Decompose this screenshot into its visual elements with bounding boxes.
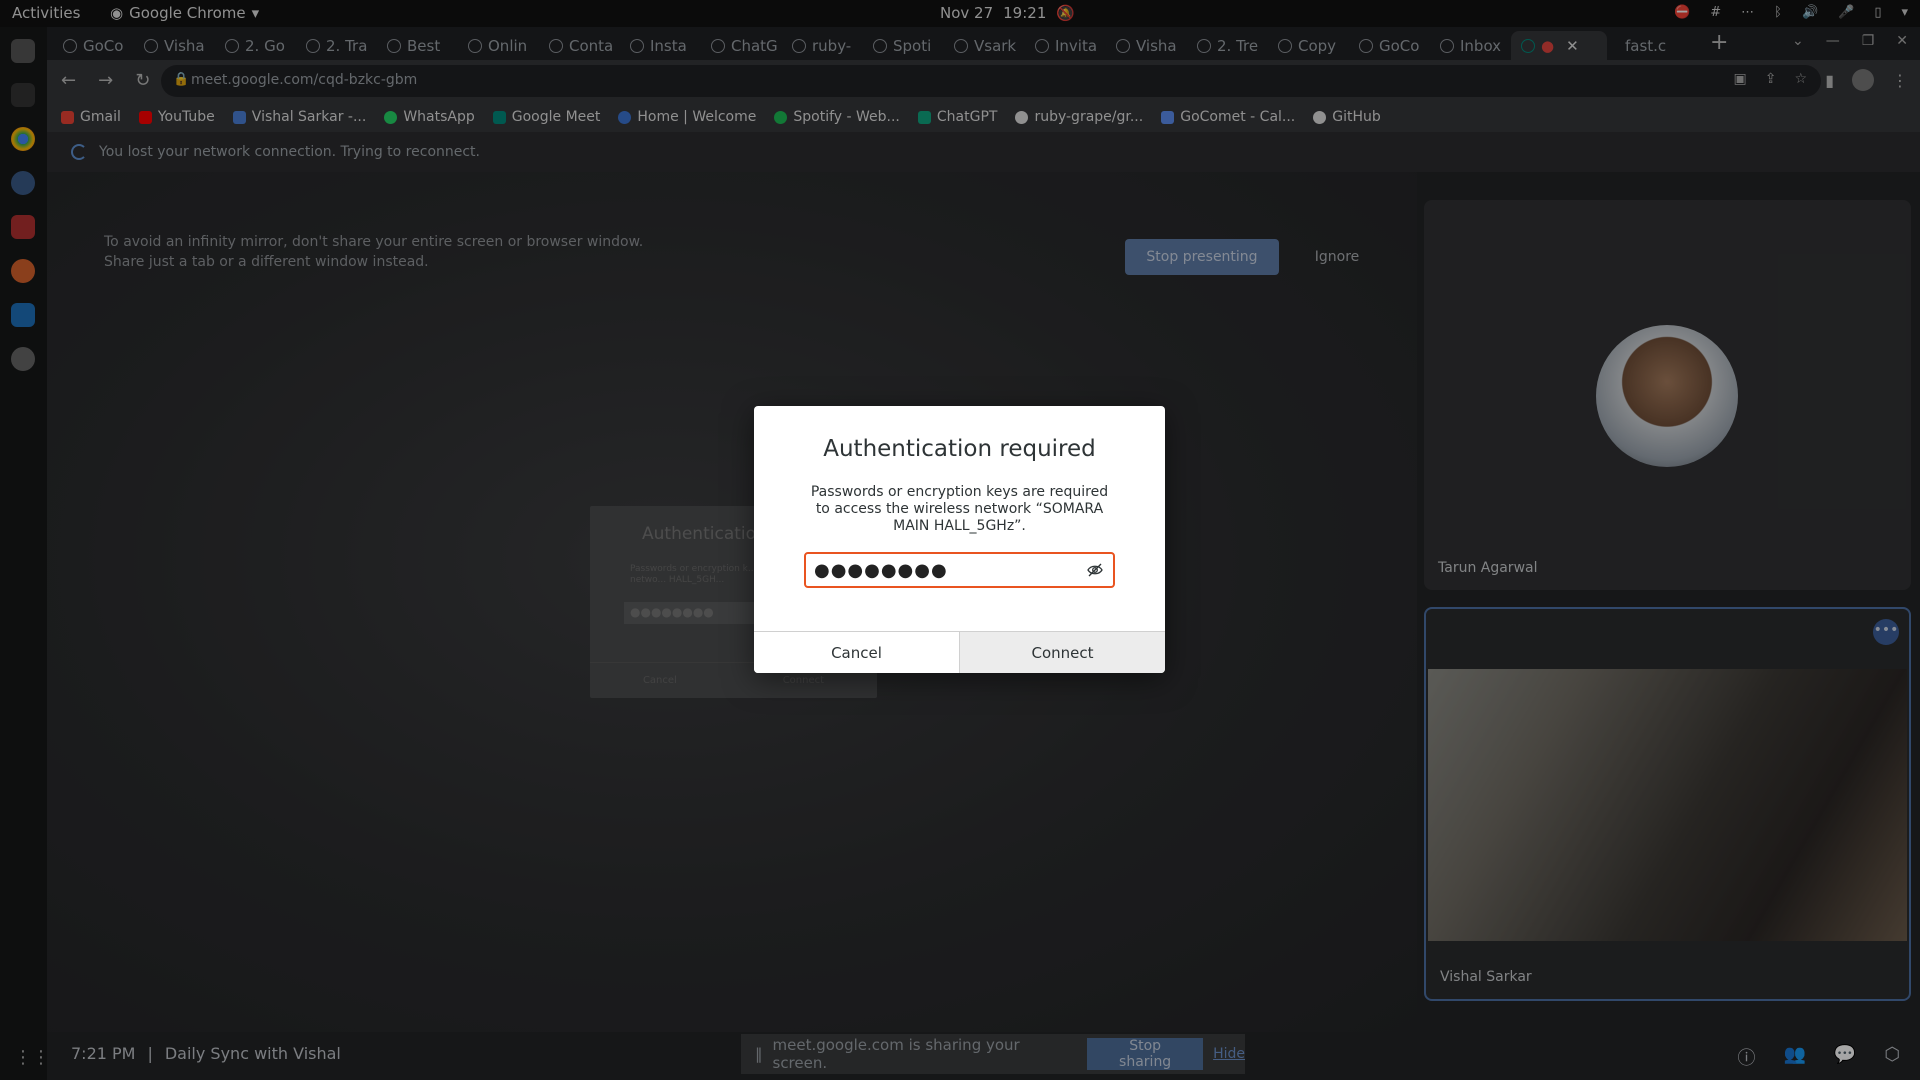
password-input[interactable] — [814, 558, 1064, 582]
password-field[interactable] — [804, 552, 1115, 588]
connect-button[interactable]: Connect — [959, 632, 1165, 673]
show-password-icon[interactable] — [1087, 562, 1103, 578]
wifi-auth-dialog: Authentication required Passwords or enc… — [754, 406, 1165, 673]
dialog-message: Passwords or encryption keys are require… — [810, 484, 1109, 534]
dialog-title: Authentication required — [823, 436, 1096, 462]
dialog-buttons: Cancel Connect — [754, 631, 1165, 673]
cancel-button[interactable]: Cancel — [754, 632, 959, 673]
